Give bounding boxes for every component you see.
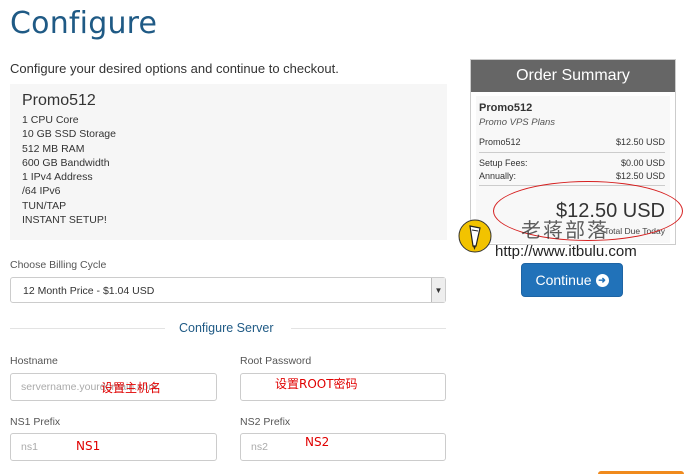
billing-cycle-selected: 12 Month Price - $1.04 USD [23,285,155,297]
product-feature: 1 CPU Core [22,114,79,126]
product-name: Promo512 [22,92,96,109]
ns2-annotation: NS2 [305,435,330,449]
chevron-down-icon[interactable]: ▼ [431,278,445,302]
ns1-annotation: NS1 [76,439,101,453]
setup-fees-value: $0.00 USD [620,158,665,168]
setup-fees-label: Setup Fees: [479,158,528,168]
product-feature: TUN/TAP [22,199,67,212]
order-summary-header: Order Summary [471,60,675,92]
ns2-prefix-input[interactable] [240,433,446,461]
continue-label: Continue [535,272,592,288]
order-product-group: Promo VPS Plans [479,117,556,128]
section-divider-left [10,328,165,329]
watermark-url: http://www.itbulu.com [495,243,637,260]
order-line-item-price: $12.50 USD [615,137,665,147]
product-feature: 512 MB RAM [22,142,85,155]
page-subtitle: Configure your desired options and conti… [10,61,339,76]
ns1-prefix-input[interactable] [10,433,217,461]
product-feature: 600 GB Bandwidth [22,156,110,169]
ns2-prefix-label: NS2 Prefix [240,416,291,428]
root-password-label: Root Password [240,355,312,367]
page-title: Configure [10,6,158,41]
billing-cycle-label: Choose Billing Cycle [10,259,107,271]
configure-server-heading: Configure Server [179,321,274,335]
annually-label: Annually: [479,171,517,181]
annually-value: $12.50 USD [615,171,665,181]
order-divider [479,152,665,153]
product-feature: 1 IPv4 Address [22,171,93,184]
watermark-text: 老蒋部落 [521,218,609,242]
hostname-annotation: 设置主机名 [101,381,162,395]
order-annually-row: Annually: $12.50 USD [479,171,665,181]
product-feature: /64 IPv6 [22,185,61,198]
pencil-logo-icon [458,219,492,253]
root-password-annotation: 设置ROOT密码 [275,377,358,391]
ns1-prefix-label: NS1 Prefix [10,416,61,428]
hostname-label: Hostname [10,355,58,367]
continue-button[interactable]: Continue ➜ [521,263,623,297]
product-feature: 10 GB SSD Storage [22,128,116,141]
product-feature: INSTANT SETUP! [22,214,107,227]
order-line-item: Promo512 $12.50 USD [479,137,665,147]
section-divider-right [291,328,446,329]
order-setup-row: Setup Fees: $0.00 USD [479,158,665,168]
order-line-item-name: Promo512 [479,137,521,147]
product-details-panel: Promo512 1 CPU Core 10 GB SSD Storage 51… [10,84,447,240]
arrow-right-circle-icon: ➜ [595,273,609,287]
billing-cycle-select[interactable]: 12 Month Price - $1.04 USD ▼ [10,277,446,303]
order-product-name: Promo512 [479,102,533,114]
